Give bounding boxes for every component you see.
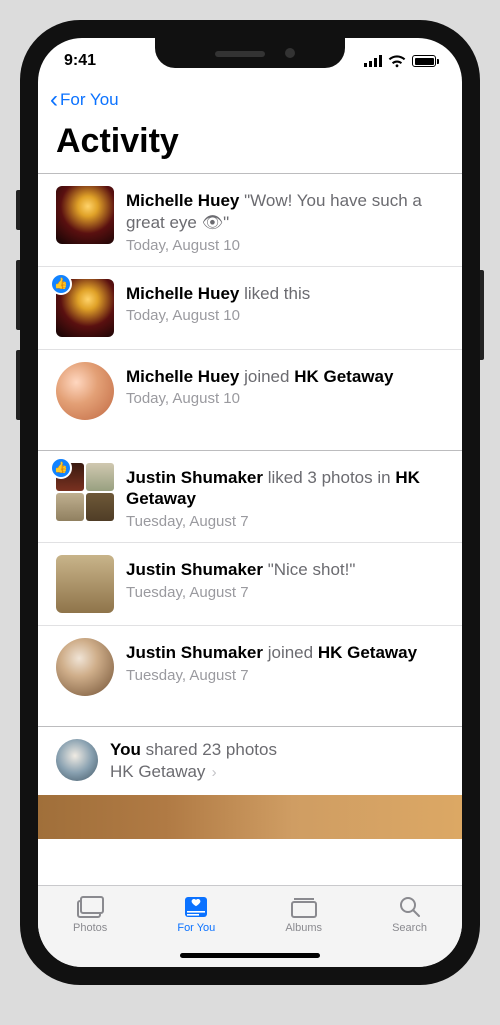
status-time: 9:41 xyxy=(64,52,96,70)
like-badge-icon xyxy=(50,273,72,295)
back-label: For You xyxy=(60,90,119,110)
activity-text: Justin Shumaker joined HK Getaway xyxy=(126,642,444,664)
activity-date: Today, August 10 xyxy=(126,307,444,324)
activity-row[interactable]: Justin Shumaker joined HK Getaway Tuesda… xyxy=(38,625,462,708)
activity-row[interactable]: Justin Shumaker "Nice shot!" Tuesday, Au… xyxy=(38,542,462,625)
activity-thumbnail xyxy=(56,279,114,337)
activity-text: You shared 23 photos xyxy=(110,739,444,761)
volume-up-button xyxy=(16,260,20,330)
wifi-icon xyxy=(388,55,406,68)
activity-text: Justin Shumaker liked 3 photos in HK Get… xyxy=(126,467,444,511)
volume-down-button xyxy=(16,350,20,420)
search-icon xyxy=(396,894,424,920)
home-indicator[interactable] xyxy=(180,953,320,958)
tab-label: Search xyxy=(392,922,427,934)
screen: 9:41 ‹ For You Activity Michelle Huey "W… xyxy=(38,38,462,967)
activity-row[interactable]: Michelle Huey "Wow! You have such a grea… xyxy=(38,173,462,266)
activity-thumbnail xyxy=(56,555,114,613)
activity-date: Today, August 10 xyxy=(126,237,444,254)
battery-icon xyxy=(412,55,436,67)
activity-thumbnail-grid xyxy=(56,463,114,521)
tab-label: Albums xyxy=(285,922,322,934)
activity-text: Michelle Huey joined HK Getaway xyxy=(126,366,444,388)
activity-text: Justin Shumaker "Nice shot!" xyxy=(126,559,444,581)
activity-row[interactable]: You shared 23 photos HK Getaway › xyxy=(38,726,462,795)
tab-albums[interactable]: Albums xyxy=(285,894,322,934)
device-frame: 9:41 ‹ For You Activity Michelle Huey "W… xyxy=(20,20,480,985)
side-button xyxy=(16,190,20,230)
activity-row[interactable]: Michelle Huey joined HK Getaway Today, A… xyxy=(38,349,462,432)
activity-thumbnail xyxy=(56,186,114,244)
activity-text: Michelle Huey "Wow! You have such a grea… xyxy=(126,190,444,234)
activity-date: Today, August 10 xyxy=(126,390,444,407)
tab-photos[interactable]: Photos xyxy=(73,894,107,934)
activity-row[interactable]: Justin Shumaker liked 3 photos in HK Get… xyxy=(38,450,462,543)
back-button[interactable]: ‹ For You xyxy=(50,84,450,116)
photos-icon xyxy=(76,894,104,920)
like-badge-icon xyxy=(50,457,72,479)
activity-date: Tuesday, August 7 xyxy=(126,667,444,684)
activity-subtitle: HK Getaway › xyxy=(110,761,444,783)
activity-list[interactable]: Michelle Huey "Wow! You have such a grea… xyxy=(38,173,462,885)
nav-bar: ‹ For You Activity xyxy=(38,84,462,173)
chevron-right-icon: › xyxy=(207,764,216,781)
tab-search[interactable]: Search xyxy=(392,894,427,934)
for-you-icon xyxy=(182,894,210,920)
activity-row[interactable]: Michelle Huey liked this Today, August 1… xyxy=(38,266,462,349)
activity-date: Tuesday, August 7 xyxy=(126,513,444,530)
activity-avatar xyxy=(56,638,114,696)
activity-avatar xyxy=(56,739,98,781)
cellular-icon xyxy=(364,55,382,67)
tab-label: Photos xyxy=(73,922,107,934)
activity-text: Michelle Huey liked this xyxy=(126,283,444,305)
notch xyxy=(155,38,345,68)
page-title: Activity xyxy=(50,116,450,173)
chevron-left-icon: ‹ xyxy=(50,86,58,114)
activity-avatar xyxy=(56,362,114,420)
status-icons xyxy=(364,55,436,68)
power-button xyxy=(480,270,484,360)
albums-icon xyxy=(290,894,318,920)
activity-date: Tuesday, August 7 xyxy=(126,584,444,601)
tab-label: For You xyxy=(177,922,215,934)
shared-photo-strip[interactable] xyxy=(38,795,462,839)
tab-for-you[interactable]: For You xyxy=(177,894,215,934)
